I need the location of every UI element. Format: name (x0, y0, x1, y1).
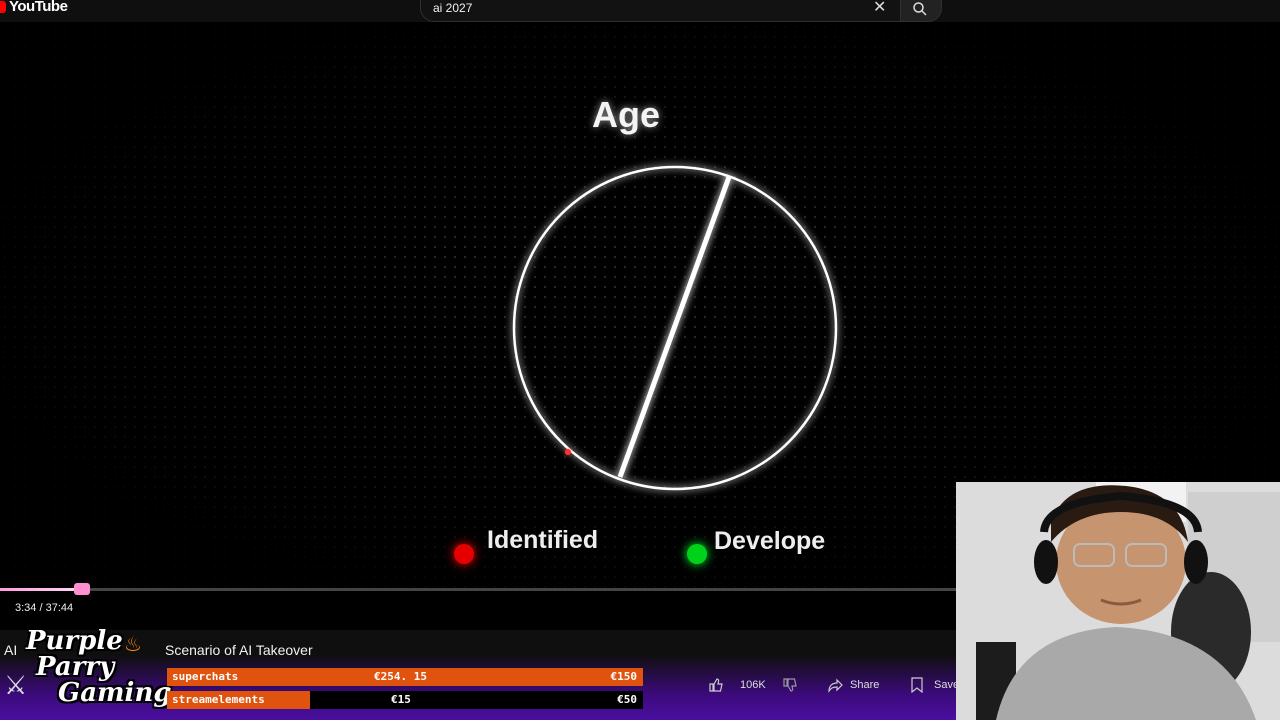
goal-current: €254. 15 (374, 670, 427, 683)
thumbs-up-icon (709, 678, 723, 692)
legend-red-dot (454, 544, 474, 564)
legend-identified: Identified (487, 526, 599, 554)
dislike-button[interactable] (782, 672, 798, 698)
search-input[interactable]: ai 2027 ✕ (420, 0, 902, 22)
goal-bar-superchats: superchats €254. 15 €150 (167, 668, 643, 686)
goal-bar-streamelements: streamelements €15 €50 (167, 691, 643, 709)
top-bar: YouTube ai 2027 ✕ (0, 0, 1280, 22)
goal-name: streamelements (172, 693, 265, 706)
progress-scrubber[interactable] (74, 583, 90, 595)
crossed-swords-icon: ⚔ (4, 670, 28, 700)
youtube-logo-text: YouTube (9, 0, 68, 15)
goal-name: superchats (172, 670, 239, 683)
clear-search-icon[interactable]: ✕ (873, 0, 886, 17)
bookmark-icon (911, 677, 923, 693)
webcam-overlay (956, 482, 1280, 720)
diagonal-line (617, 176, 732, 478)
streamer-webcam-image (956, 482, 1280, 720)
share-icon (828, 678, 843, 693)
save-button[interactable]: Save (910, 672, 959, 698)
share-label: Share (850, 679, 880, 691)
flame-icon: ♨ (124, 634, 142, 656)
youtube-logo[interactable]: YouTube (0, 0, 68, 15)
channel-line-3: Gaming (58, 678, 172, 708)
like-count: 106K (740, 679, 766, 691)
like-button[interactable]: 106K (708, 672, 766, 698)
progress-bar[interactable] (0, 588, 956, 591)
goal-current: €15 (391, 693, 411, 706)
share-button[interactable]: Share (828, 672, 879, 698)
youtube-logo-icon (0, 0, 6, 13)
legend-green-dot (687, 544, 707, 564)
goal-target: €150 (610, 670, 638, 683)
search-icon (913, 2, 927, 16)
goal-target: €50 (617, 693, 637, 706)
channel-overlay-logo: Purple Parry Gaming ⚔ ♨ (0, 626, 172, 720)
time-display: 3:34 / 37:44 (15, 602, 74, 614)
search-query: ai 2027 (433, 1, 473, 15)
red-marker (565, 449, 571, 455)
legend-developed: Develope (714, 527, 826, 555)
search-button[interactable] (900, 0, 942, 22)
thumbs-down-icon (783, 678, 797, 692)
